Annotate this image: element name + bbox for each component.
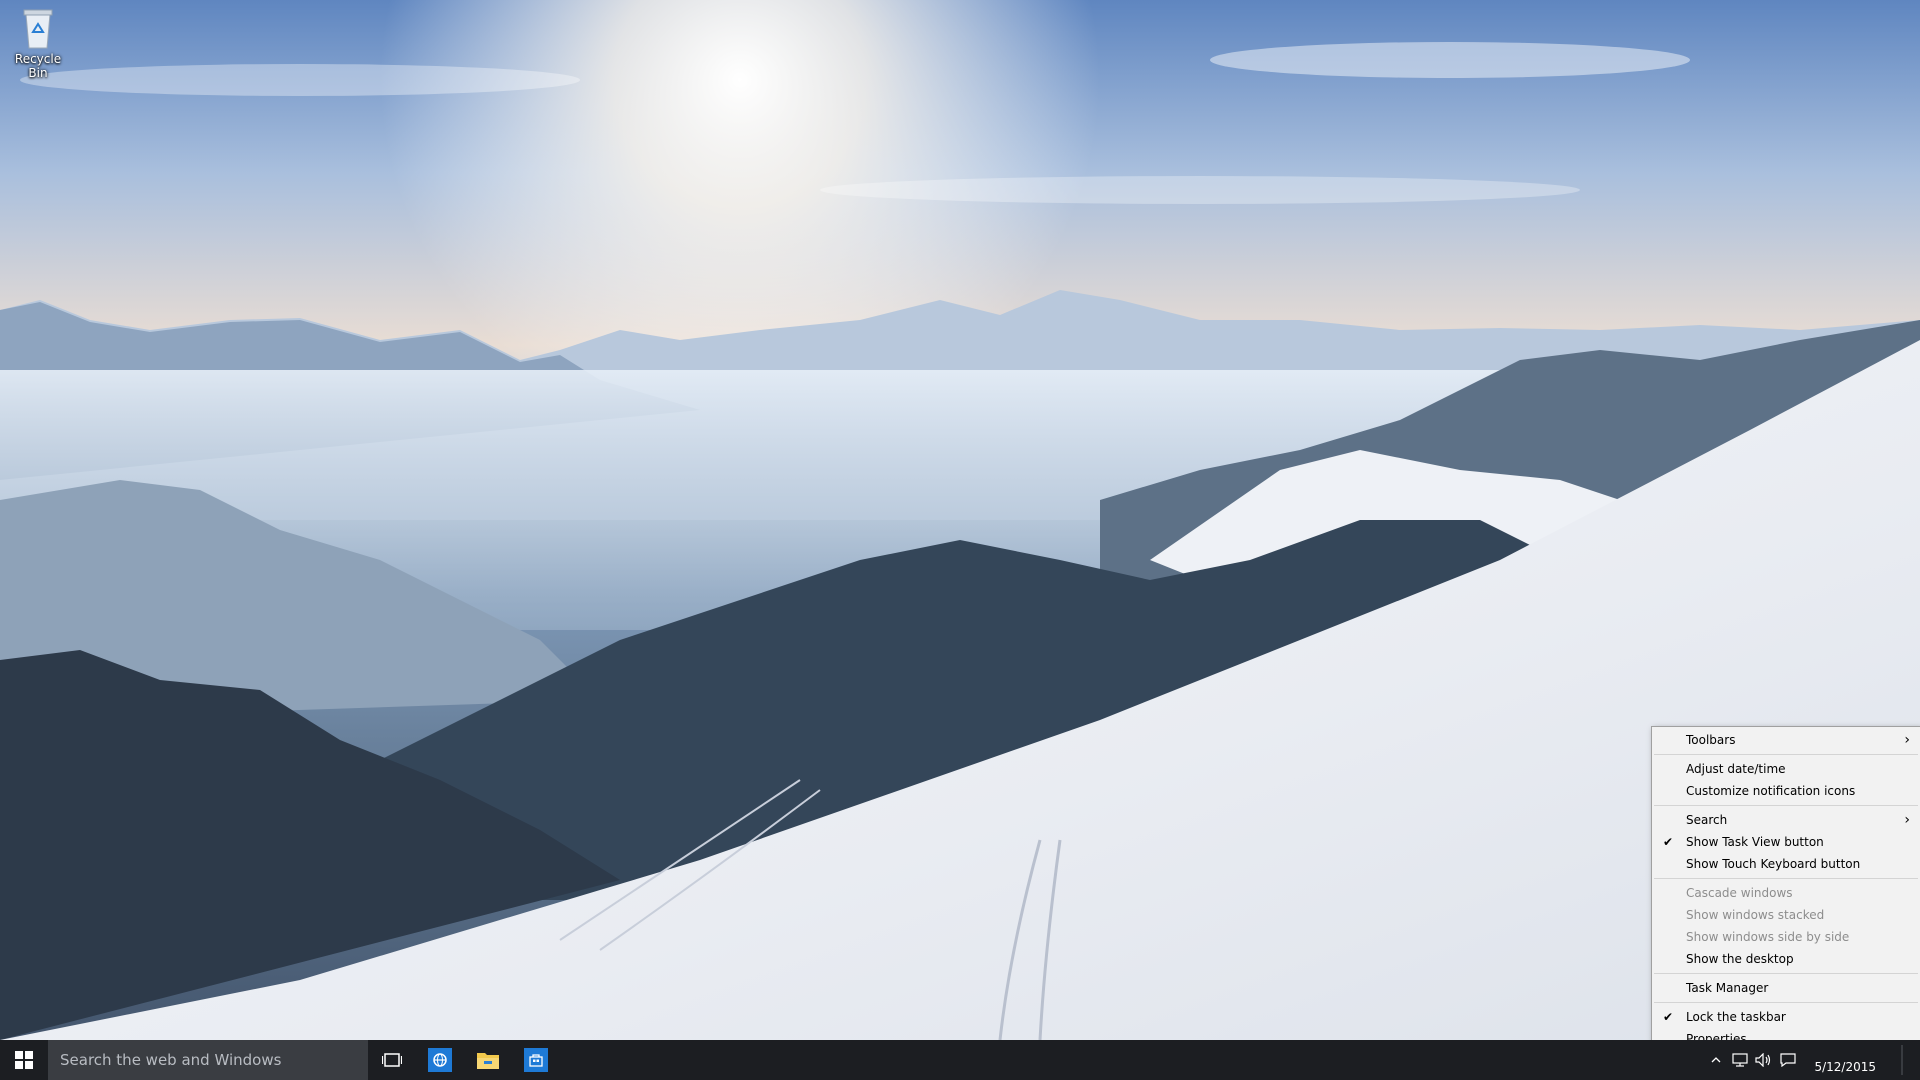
- taskbar-clock[interactable]: 5/12/2015: [1800, 1045, 1886, 1075]
- menu-item-label: Show the desktop: [1686, 952, 1794, 966]
- task-view-button[interactable]: [368, 1040, 416, 1080]
- network-icon[interactable]: [1728, 1040, 1752, 1080]
- menu-item-label: Show windows side by side: [1686, 930, 1850, 944]
- show-desktop-button[interactable]: [1886, 1040, 1920, 1080]
- menu-item-label: Cascade windows: [1686, 886, 1793, 900]
- system-tray: 5/12/2015: [1704, 1040, 1920, 1080]
- taskbar-app-store[interactable]: [512, 1040, 560, 1080]
- menu-item-task-manager[interactable]: Task Manager: [1652, 977, 1920, 999]
- menu-item-show-windows-side-by-side: Show windows side by side: [1652, 926, 1920, 948]
- recycle-bin-icon: [18, 6, 58, 50]
- chevron-right-icon: ›: [1904, 812, 1910, 828]
- menu-item-adjust-date-time[interactable]: Adjust date/time: [1652, 758, 1920, 780]
- ie-icon: [428, 1048, 452, 1072]
- taskbar-search-box[interactable]: Search the web and Windows: [48, 1040, 368, 1080]
- taskbar[interactable]: Search the web and Windows 5/12/2015: [0, 1040, 1920, 1080]
- chevron-right-icon: ›: [1904, 732, 1910, 748]
- menu-item-lock-the-taskbar[interactable]: ✔ Lock the taskbar: [1652, 1006, 1920, 1028]
- desktop[interactable]: Recycle Bin Toolbars › Adjust date/time …: [0, 0, 1920, 1080]
- menu-item-toolbars[interactable]: Toolbars ›: [1652, 729, 1920, 751]
- store-icon: [524, 1048, 548, 1072]
- menu-item-label: Show windows stacked: [1686, 908, 1825, 922]
- menu-item-show-windows-stacked: Show windows stacked: [1652, 904, 1920, 926]
- menu-item-label: Task Manager: [1686, 981, 1769, 995]
- wallpaper: [0, 0, 1920, 1080]
- menu-item-label: Adjust date/time: [1686, 762, 1786, 776]
- menu-item-show-touch-keyboard-button[interactable]: Show Touch Keyboard button: [1652, 853, 1920, 875]
- menu-item-customize-notification-icons[interactable]: Customize notification icons: [1652, 780, 1920, 802]
- menu-item-label: Search: [1686, 813, 1728, 827]
- taskbar-context-menu: Toolbars › Adjust date/time Customize no…: [1651, 726, 1920, 1053]
- menu-separator: [1654, 754, 1918, 755]
- menu-item-show-the-desktop[interactable]: Show the desktop: [1652, 948, 1920, 970]
- checkmark-icon: ✔: [1663, 835, 1674, 849]
- menu-separator: [1654, 805, 1918, 806]
- menu-separator: [1654, 1002, 1918, 1003]
- menu-item-search[interactable]: Search ›: [1652, 809, 1920, 831]
- clock-date: 5/12/2015: [1814, 1060, 1876, 1074]
- menu-separator: [1654, 878, 1918, 879]
- menu-item-show-task-view-button[interactable]: ✔ Show Task View button: [1652, 831, 1920, 853]
- file-explorer-icon: [477, 1053, 499, 1069]
- menu-item-cascade-windows: Cascade windows: [1652, 882, 1920, 904]
- taskbar-app-file-explorer[interactable]: [464, 1040, 512, 1080]
- task-view-icon: [382, 1053, 402, 1067]
- menu-item-label: Toolbars: [1686, 733, 1736, 747]
- menu-item-label: Show Task View button: [1686, 835, 1824, 849]
- taskbar-app-internet-explorer[interactable]: [416, 1040, 464, 1080]
- volume-icon[interactable]: [1752, 1040, 1776, 1080]
- windows-logo-icon: [15, 1051, 33, 1069]
- checkmark-icon: ✔: [1663, 1010, 1674, 1024]
- recycle-bin-label: Recycle Bin: [14, 52, 62, 80]
- start-button[interactable]: [0, 1040, 48, 1080]
- menu-item-label: Show Touch Keyboard button: [1686, 857, 1861, 871]
- menu-separator: [1654, 973, 1918, 974]
- search-placeholder: Search the web and Windows: [60, 1051, 282, 1069]
- chevron-up-icon[interactable]: [1704, 1040, 1728, 1080]
- action-center-icon[interactable]: [1776, 1040, 1800, 1080]
- recycle-bin-shortcut[interactable]: Recycle Bin: [4, 6, 72, 80]
- menu-item-label: Customize notification icons: [1686, 784, 1856, 798]
- menu-item-label: Lock the taskbar: [1686, 1010, 1786, 1024]
